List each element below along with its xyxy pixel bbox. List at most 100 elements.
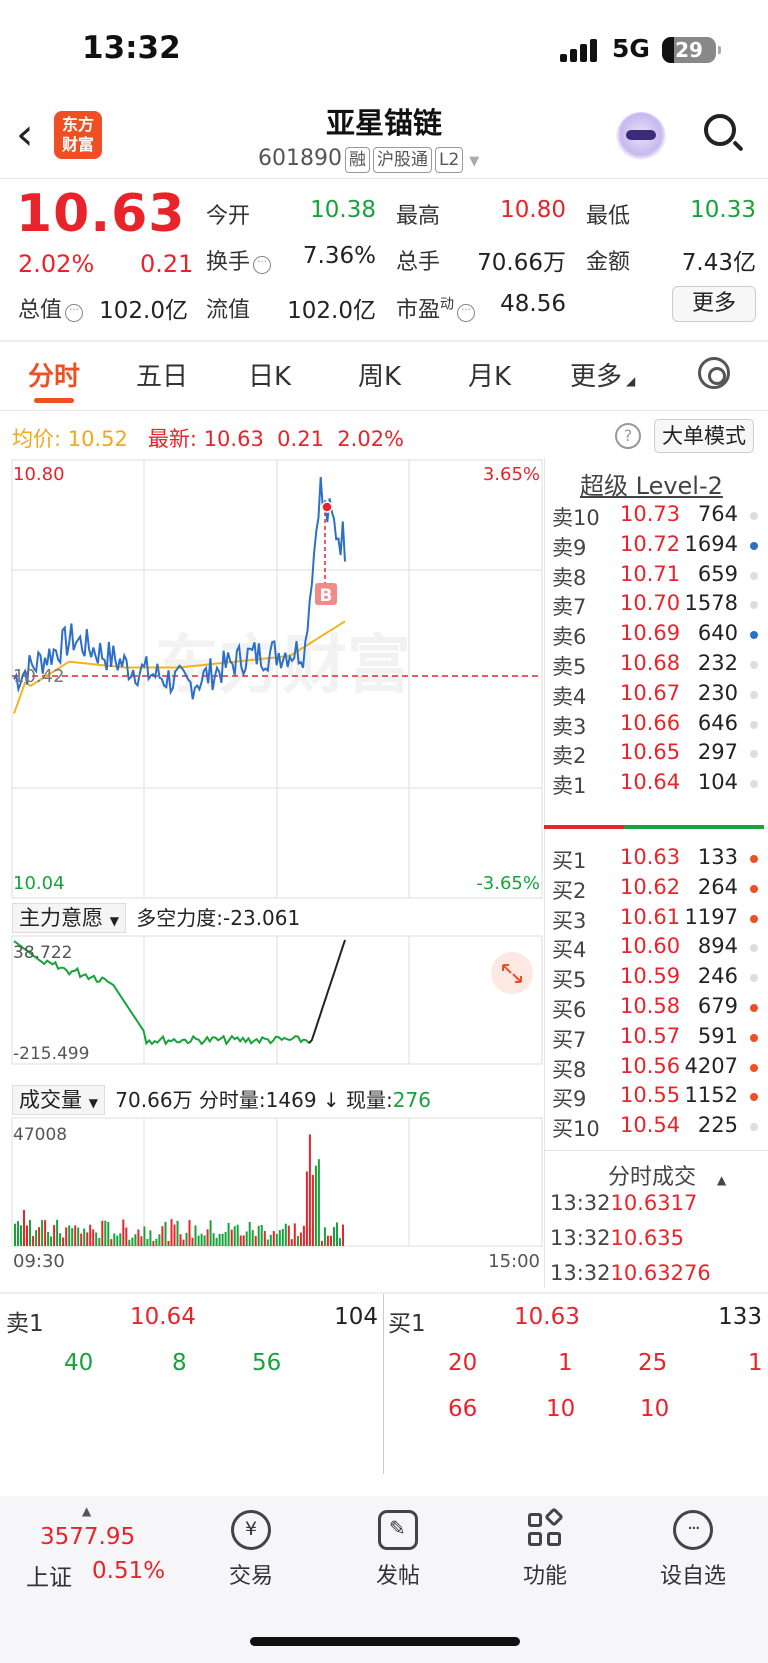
latest-change-pct: 2.02%: [337, 427, 405, 451]
volume-bar: [59, 1233, 62, 1246]
ai-assistant-avatar[interactable]: [616, 112, 666, 162]
ticks-title: 分时成交: [608, 1165, 697, 1190]
tab-intraday[interactable]: 分时: [28, 356, 80, 393]
bid-row[interactable]: 买5 10.59 246: [550, 964, 760, 994]
order-flag-dot: [750, 1033, 758, 1042]
tag-margin: 融: [344, 147, 370, 173]
bid-ask-ratio-bar: [544, 825, 764, 829]
bid-level: 买4: [552, 938, 587, 963]
index-pct[interactable]: 0.51%: [92, 1558, 165, 1584]
tab-monthly-k[interactable]: 月K: [468, 356, 511, 393]
indicator-select[interactable]: 主力意愿 ▼: [12, 903, 126, 933]
ask-row[interactable]: 卖5 10.68 232: [550, 651, 760, 681]
chevron-up-icon[interactable]: ▲: [82, 1504, 91, 1518]
more-button[interactable]: 更多: [672, 286, 756, 322]
bid-order-5: 66: [448, 1396, 478, 1422]
nav-features[interactable]: 功能: [490, 1507, 600, 1590]
volume-bar: [266, 1239, 269, 1246]
volume-bar: [236, 1224, 239, 1246]
edit-icon: ✎: [378, 1510, 418, 1550]
info-dots-icon[interactable]: ···: [65, 304, 84, 322]
chevron-up-icon: ▲: [717, 1173, 727, 1187]
ask-price: 10.67: [620, 680, 681, 705]
volume-bar: [179, 1234, 182, 1246]
level2-title[interactable]: 超级 Level-2: [580, 466, 723, 501]
ask-row[interactable]: 卖8 10.71 659: [550, 562, 760, 592]
info-dots-icon[interactable]: ···: [253, 256, 272, 274]
bid-row[interactable]: 买9 10.55 1152: [550, 1083, 760, 1113]
ask-row[interactable]: 卖1 10.64 104: [550, 770, 760, 800]
order-flag-dot: [750, 914, 758, 923]
bid-row[interactable]: 买8 10.56 4207: [550, 1054, 760, 1084]
search-icon[interactable]: [702, 112, 744, 154]
stat-mktcap[interactable]: 总值 ···: [18, 292, 84, 324]
bid-level: 买10: [552, 1117, 600, 1142]
ask-row[interactable]: 卖2 10.65 297: [550, 740, 760, 770]
stat-pe[interactable]: 市盈动 ···: [396, 292, 476, 324]
ask-level: 卖10: [552, 506, 600, 530]
nav-add-watchlist[interactable]: ··· 设自选: [638, 1510, 748, 1590]
tab-weekly-k[interactable]: 周K: [358, 356, 401, 393]
tick-row[interactable]: 13:3210.6317: [550, 1191, 760, 1221]
bid-row[interactable]: 买6 10.58 679: [550, 994, 760, 1024]
tab-more[interactable]: 更多 ◢: [570, 356, 635, 393]
volume-period-value: 1469: [265, 1088, 317, 1112]
chevron-down-icon: ▼: [88, 1096, 98, 1110]
bid-row[interactable]: 买1 10.63 133: [550, 845, 760, 875]
stat-turnover[interactable]: 换手 ···: [206, 244, 272, 276]
ask-order-2: 8: [172, 1350, 187, 1376]
trade-point-marker[interactable]: [321, 501, 333, 513]
ask-row[interactable]: 卖9 10.72 1694: [550, 532, 760, 562]
ask-row[interactable]: 卖6 10.69 640: [550, 621, 760, 651]
bid-volume: 246: [697, 964, 738, 989]
volume-bar: [44, 1220, 47, 1246]
avg-label: 均价:: [12, 427, 62, 451]
volume-bar: [339, 1238, 341, 1246]
volume-bar: [302, 1225, 305, 1246]
tick-row[interactable]: 13:3210.63276: [550, 1261, 760, 1291]
volume-bar: [110, 1239, 113, 1246]
volume-bar: [149, 1230, 152, 1246]
big-order-mode-button[interactable]: 大单模式: [654, 419, 754, 453]
chart-area[interactable]: 东方财富 B 10.80 10.42 10.04 3.65% -3.65% 38…: [0, 455, 545, 1275]
index-name[interactable]: 上证: [26, 1558, 72, 1592]
help-icon[interactable]: ?: [615, 423, 641, 449]
nav-post[interactable]: ✎ 发帖: [343, 1510, 453, 1590]
bid-level: 买3: [552, 908, 587, 933]
bid-row[interactable]: 买7 10.57 591: [550, 1024, 760, 1054]
gear-icon[interactable]: [698, 357, 730, 389]
ask-row[interactable]: 卖7 10.70 1578: [550, 591, 760, 621]
stat-label-pe: 市盈: [396, 298, 441, 323]
ask-price: 10.70: [620, 591, 681, 616]
bid-level: 买5: [552, 968, 587, 993]
tab-five-day[interactable]: 五日: [136, 356, 188, 393]
ask-level: 卖8: [552, 565, 587, 590]
nav-trade[interactable]: ¥ 交易: [196, 1510, 306, 1590]
indicator-bottom-value: -215.499: [13, 1044, 89, 1064]
ask-row[interactable]: 卖3 10.66 646: [550, 711, 760, 741]
bid-row[interactable]: 买10 10.54 225: [550, 1113, 760, 1143]
volume-bar: [272, 1231, 275, 1246]
ask-row[interactable]: 卖10 10.73 764: [550, 502, 760, 532]
stock-code-line[interactable]: 601890 融沪股通 L2 ▼: [258, 146, 479, 176]
bid-row[interactable]: 买2 10.62 264: [550, 875, 760, 905]
ask-order-3: 56: [252, 1350, 282, 1376]
ask-row[interactable]: 卖4 10.67 230: [550, 681, 760, 711]
tick-row[interactable]: 13:3210.635: [550, 1226, 760, 1256]
volume-bar: [257, 1225, 260, 1246]
ask-level: 卖5: [552, 655, 587, 679]
volume-bar: [239, 1235, 242, 1246]
expand-icon[interactable]: [491, 952, 533, 994]
tab-daily-k[interactable]: 日K: [248, 356, 291, 393]
ticks-header[interactable]: 分时成交 ▲: [608, 1159, 726, 1191]
bid-row[interactable]: 买4 10.60 894: [550, 934, 760, 964]
bid-volume: 591: [697, 1023, 738, 1048]
bid-row[interactable]: 买3 10.61 1197: [550, 905, 760, 935]
volume-bar: [176, 1220, 179, 1246]
index-value[interactable]: 3577.95: [40, 1524, 135, 1550]
bid-volume: 1152: [684, 1083, 738, 1108]
volume-bar: [182, 1239, 185, 1246]
volume-bar: [194, 1225, 197, 1246]
latest-value: 10.63: [203, 427, 264, 451]
volume-select[interactable]: 成交量 ▼: [12, 1085, 105, 1115]
